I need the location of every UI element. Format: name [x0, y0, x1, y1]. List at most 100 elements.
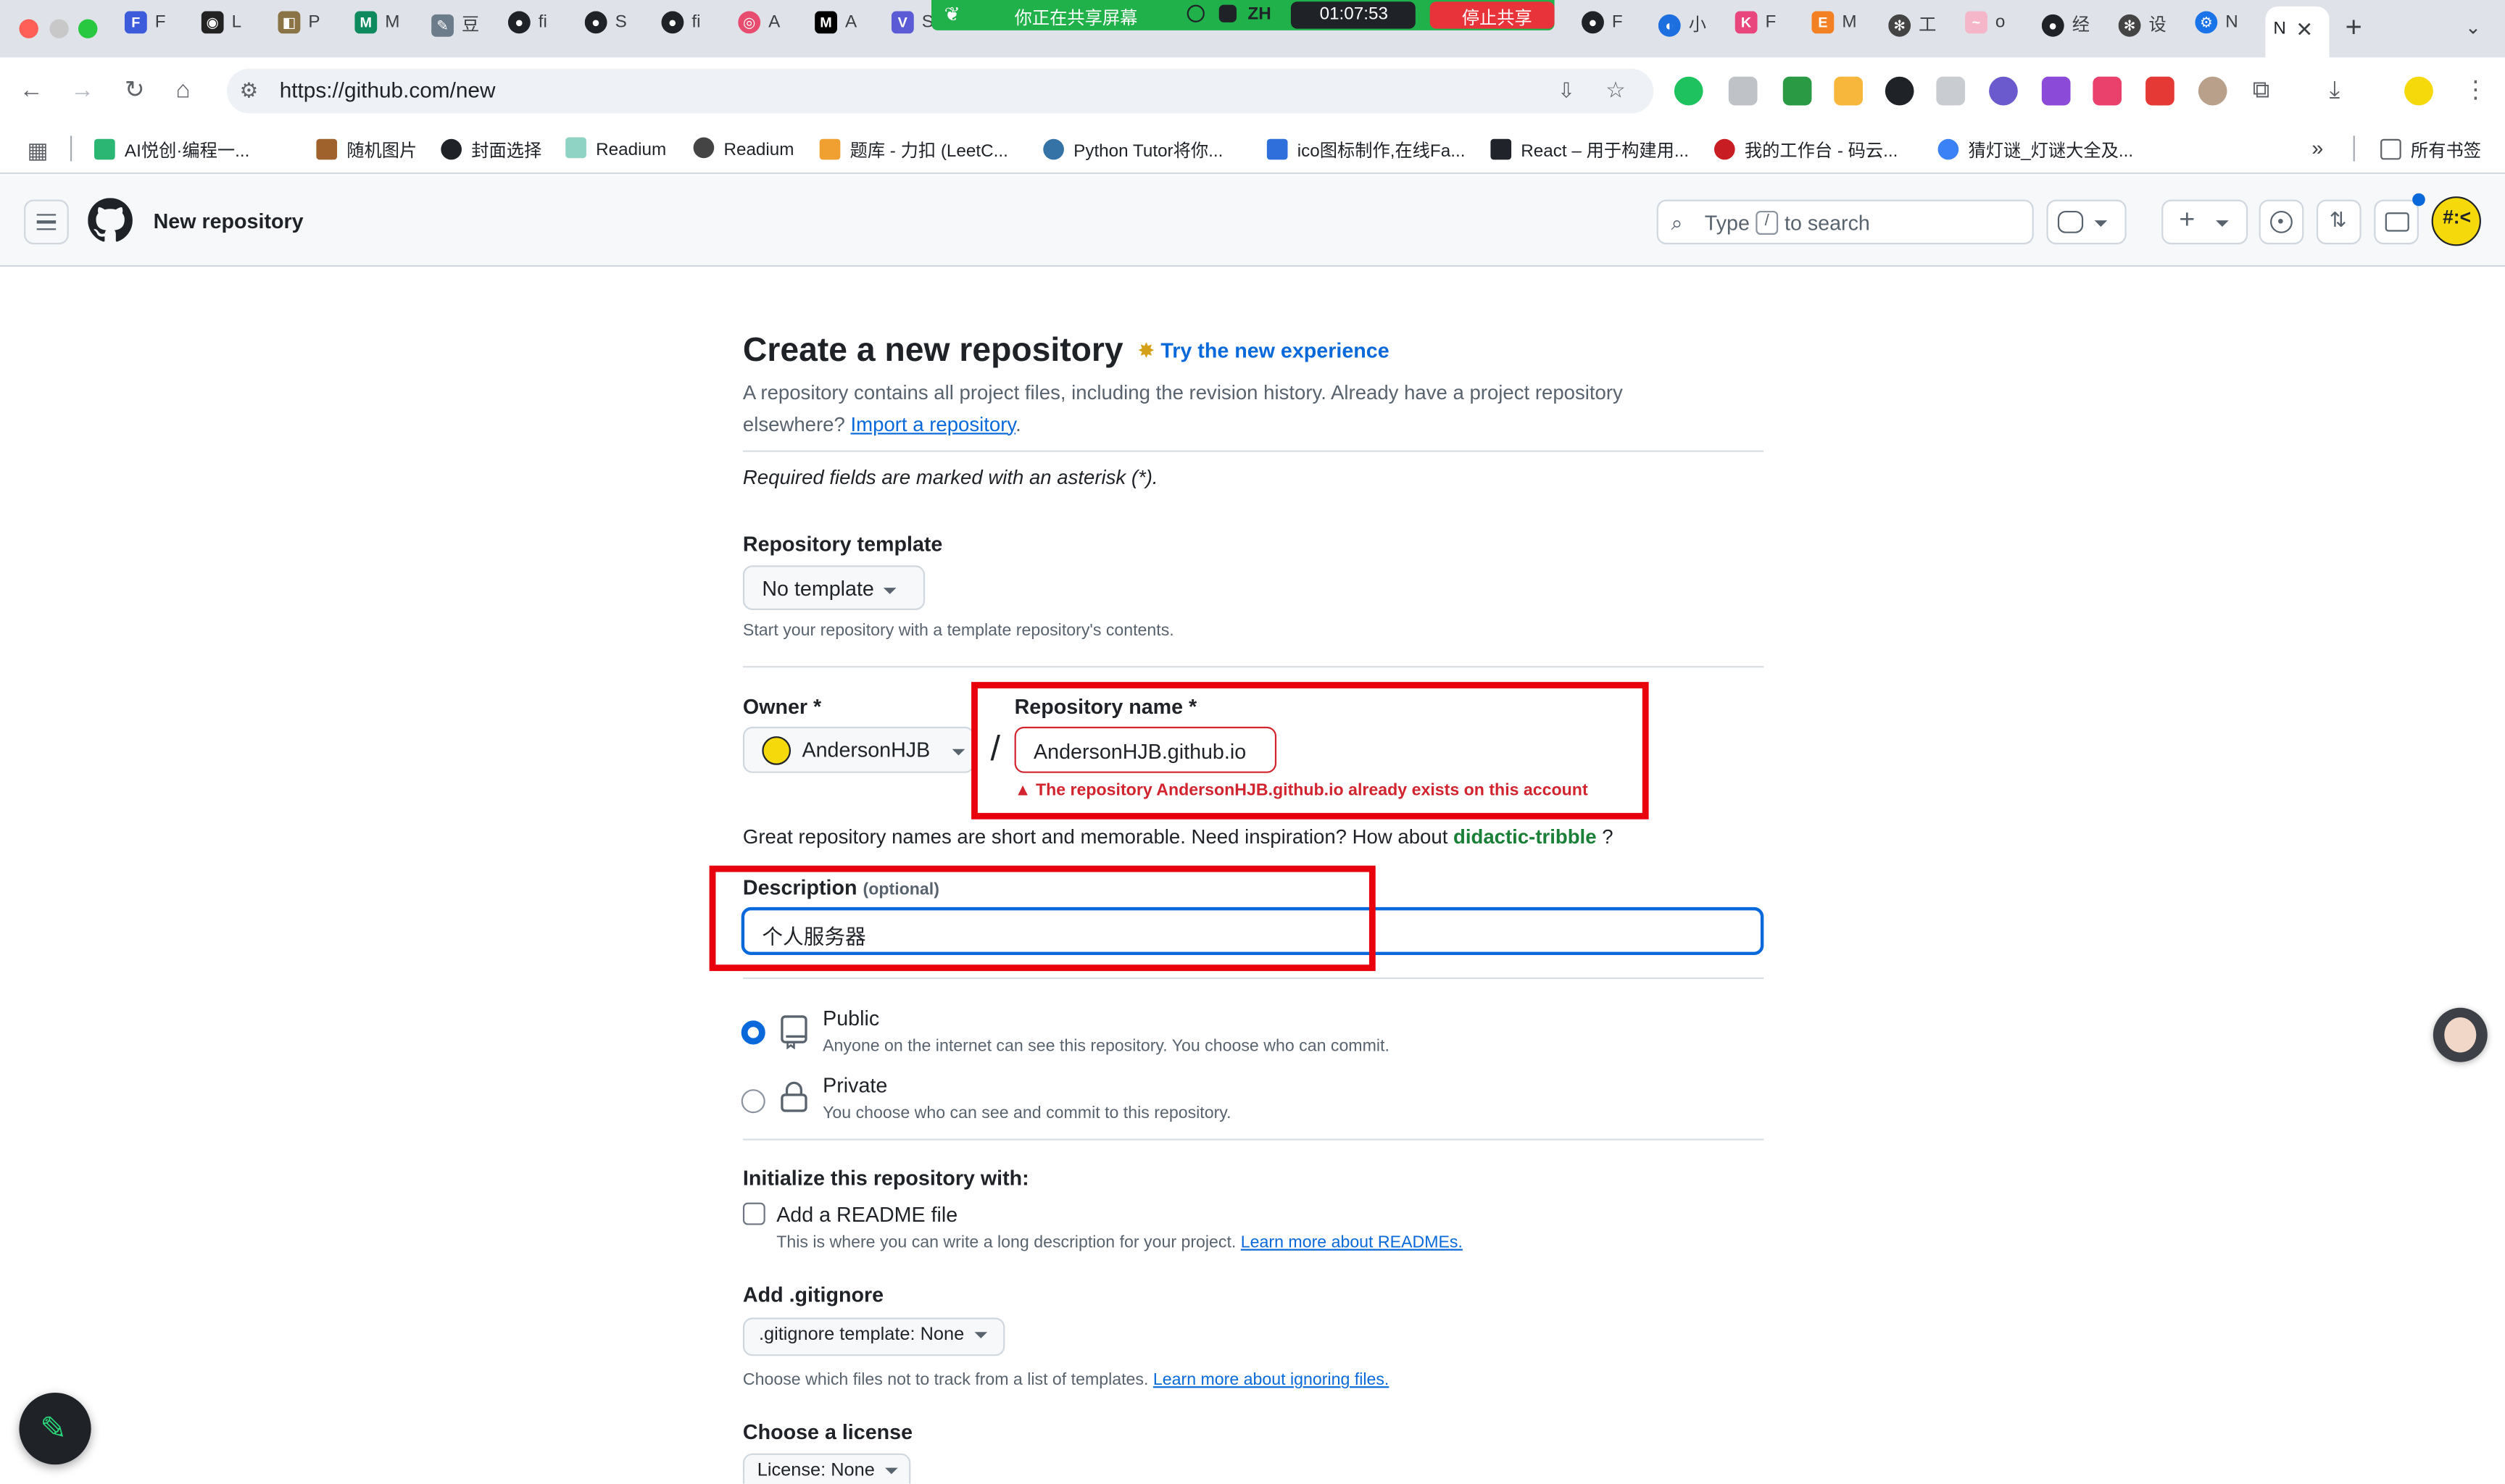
search-input[interactable]: ⌕ Type / to search	[1656, 199, 2034, 245]
issues-button[interactable]	[2259, 199, 2304, 245]
extension-icon[interactable]	[2093, 76, 2122, 106]
install-app-icon[interactable]: ⇩	[1558, 78, 1575, 104]
address-bar[interactable]: ⚙ https://github.com/new ⇩ ☆	[226, 68, 1654, 114]
private-label[interactable]: Private	[823, 1073, 887, 1097]
suggested-name-link[interactable]: didactic-tribble	[1453, 826, 1596, 849]
browser-tab[interactable]: ● F	[1582, 11, 1636, 46]
bookmark-item[interactable]: 封面选择	[441, 138, 541, 163]
owner-select[interactable]: AndersonHJB	[742, 726, 975, 773]
tab-search-icon[interactable]: ⌄	[2465, 16, 2481, 38]
extension-icon[interactable]	[1834, 76, 1863, 106]
maximize-window-button[interactable]	[78, 19, 98, 38]
bookmark-item[interactable]: Readium	[693, 137, 794, 159]
learn-readmes-link[interactable]: Learn more about READMEs.	[1241, 1233, 1463, 1252]
profile-extension-icon[interactable]	[2198, 76, 2227, 106]
bookmark-star-icon[interactable]: ☆	[1605, 77, 1626, 104]
extension-icon[interactable]	[1989, 76, 2018, 106]
camera-extension-icon[interactable]	[1728, 76, 1758, 106]
browser-tab[interactable]: ● fi	[507, 11, 562, 46]
share-timer[interactable]: 01:07:53	[1290, 1, 1416, 29]
browser-tab[interactable]: ✻ 设	[2118, 11, 2173, 46]
browser-tab[interactable]: MM	[354, 11, 409, 46]
bookmark-item[interactable]: Python Tutor将你...	[1043, 138, 1223, 163]
pull-requests-button[interactable]: ⇅	[2316, 199, 2361, 245]
url-text[interactable]: https://github.com/new	[280, 78, 496, 102]
divider	[742, 450, 1764, 452]
chevron-down-icon	[973, 1332, 987, 1338]
github-extension-icon[interactable]	[1885, 76, 1914, 106]
user-avatar[interactable]: #:<	[2431, 196, 2481, 246]
inspiration-text: Great repository names are short and mem…	[742, 825, 1613, 849]
learn-ignoring-files-link[interactable]: Learn more about ignoring files.	[1153, 1370, 1389, 1389]
new-tab-icon[interactable]: +	[2346, 11, 2362, 44]
profile-avatar[interactable]	[2404, 76, 2433, 106]
extensions-puzzle-icon[interactable]: ⧉	[2253, 78, 2270, 104]
close-tab-icon[interactable]: ✕	[2296, 17, 2313, 43]
extension-icon[interactable]	[2145, 76, 2174, 106]
more-bookmarks-icon[interactable]: »	[2311, 136, 2323, 159]
browser-tab[interactable]: ~ o	[1965, 11, 2019, 46]
browser-tab[interactable]: ◉ L	[201, 11, 256, 46]
public-radio[interactable]	[741, 1020, 765, 1045]
browser-tab[interactable]: MA	[815, 11, 869, 46]
browser-menu-icon[interactable]: ⋮	[2464, 78, 2488, 104]
bookmark-item[interactable]: Readium	[565, 137, 666, 159]
extension-icon[interactable]	[1674, 76, 1703, 106]
bookmark-item[interactable]: 猜灯谜_灯谜大全及...	[1937, 138, 2133, 163]
reload-icon[interactable]: ↻	[125, 78, 145, 104]
browser-tab[interactable]: ✎ 豆	[431, 11, 486, 46]
site-info-icon[interactable]: ⚙	[240, 78, 259, 104]
extension-icon[interactable]	[2041, 76, 2071, 106]
bookmark-item[interactable]: 随机图片	[316, 138, 417, 163]
inbox-button[interactable]	[2374, 193, 2425, 245]
bookmark-item[interactable]: 题库 - 力扣 (LeetC...	[819, 138, 1008, 163]
browser-tab[interactable]: FF	[124, 11, 179, 46]
close-window-button[interactable]	[19, 19, 38, 38]
floating-edit-button[interactable]: ✎	[19, 1392, 91, 1465]
menu-button[interactable]	[24, 199, 69, 245]
browser-tab[interactable]: ⚙ N	[2195, 11, 2249, 46]
page-title[interactable]: New repository	[154, 209, 304, 233]
browser-tab[interactable]: ◎ A	[738, 11, 792, 46]
back-icon[interactable]: ←	[19, 78, 43, 104]
bookmark-item[interactable]: ico图标制作,在线Fa...	[1266, 138, 1465, 163]
extension-icon[interactable]	[1936, 76, 1966, 106]
bookmark-item[interactable]: React – 用于构建用...	[1490, 138, 1689, 163]
forward-icon[interactable]: →	[70, 78, 94, 104]
apps-grid-icon[interactable]: ▦	[27, 138, 48, 164]
home-icon[interactable]: ⌂	[175, 78, 190, 104]
bookmark-item[interactable]: AI悦创·编程一...	[94, 138, 249, 163]
public-label[interactable]: Public	[823, 1006, 879, 1030]
chevron-down-icon	[2094, 220, 2108, 227]
owner-avatar	[762, 736, 792, 765]
private-radio[interactable]	[741, 1089, 765, 1114]
bookmark-item[interactable]: 我的工作台 - 码云...	[1713, 138, 1898, 163]
browser-tab[interactable]: ● fi	[661, 11, 715, 46]
downloads-icon[interactable]: ⤓	[2330, 78, 2340, 104]
readme-label[interactable]: Add a README file	[776, 1203, 957, 1227]
browser-tab[interactable]: ● 经	[2041, 11, 2096, 46]
browser-tab[interactable]: ● S	[584, 11, 639, 46]
import-repository-link[interactable]: Import a repository	[851, 413, 1016, 435]
pencil-icon: ✎	[40, 1412, 67, 1447]
extension-icon[interactable]	[1782, 76, 1812, 106]
browser-tab[interactable]: ◧ P	[278, 11, 333, 46]
readme-checkbox[interactable]	[742, 1202, 765, 1225]
copilot-button[interactable]	[2046, 199, 2127, 245]
github-logo-icon[interactable]	[88, 198, 133, 243]
gitignore-select[interactable]: .gitignore template: None	[742, 1317, 1005, 1356]
minimize-window-button[interactable]	[49, 19, 69, 38]
browser-tab[interactable]: ✻ 工	[1888, 11, 1943, 46]
floating-assistant-avatar[interactable]	[2433, 1007, 2488, 1062]
license-select[interactable]: License: None	[742, 1453, 911, 1484]
create-new-button[interactable]: +	[2161, 199, 2248, 245]
share-lang[interactable]: ZH	[1247, 5, 1271, 24]
browser-tab[interactable]: KF	[1735, 11, 1790, 46]
browser-tab[interactable]: VS	[891, 11, 933, 46]
template-select[interactable]: No template	[742, 565, 926, 610]
try-new-experience-link[interactable]: ✸ Try the new experience	[1137, 338, 1389, 364]
all-bookmarks-folder[interactable]: 所有书签	[2380, 138, 2481, 163]
browser-tab[interactable]: ◐ 小	[1658, 11, 1713, 46]
stop-share-button[interactable]: 停止共享	[1429, 1, 1555, 29]
browser-tab[interactable]: EM	[1811, 11, 1866, 46]
